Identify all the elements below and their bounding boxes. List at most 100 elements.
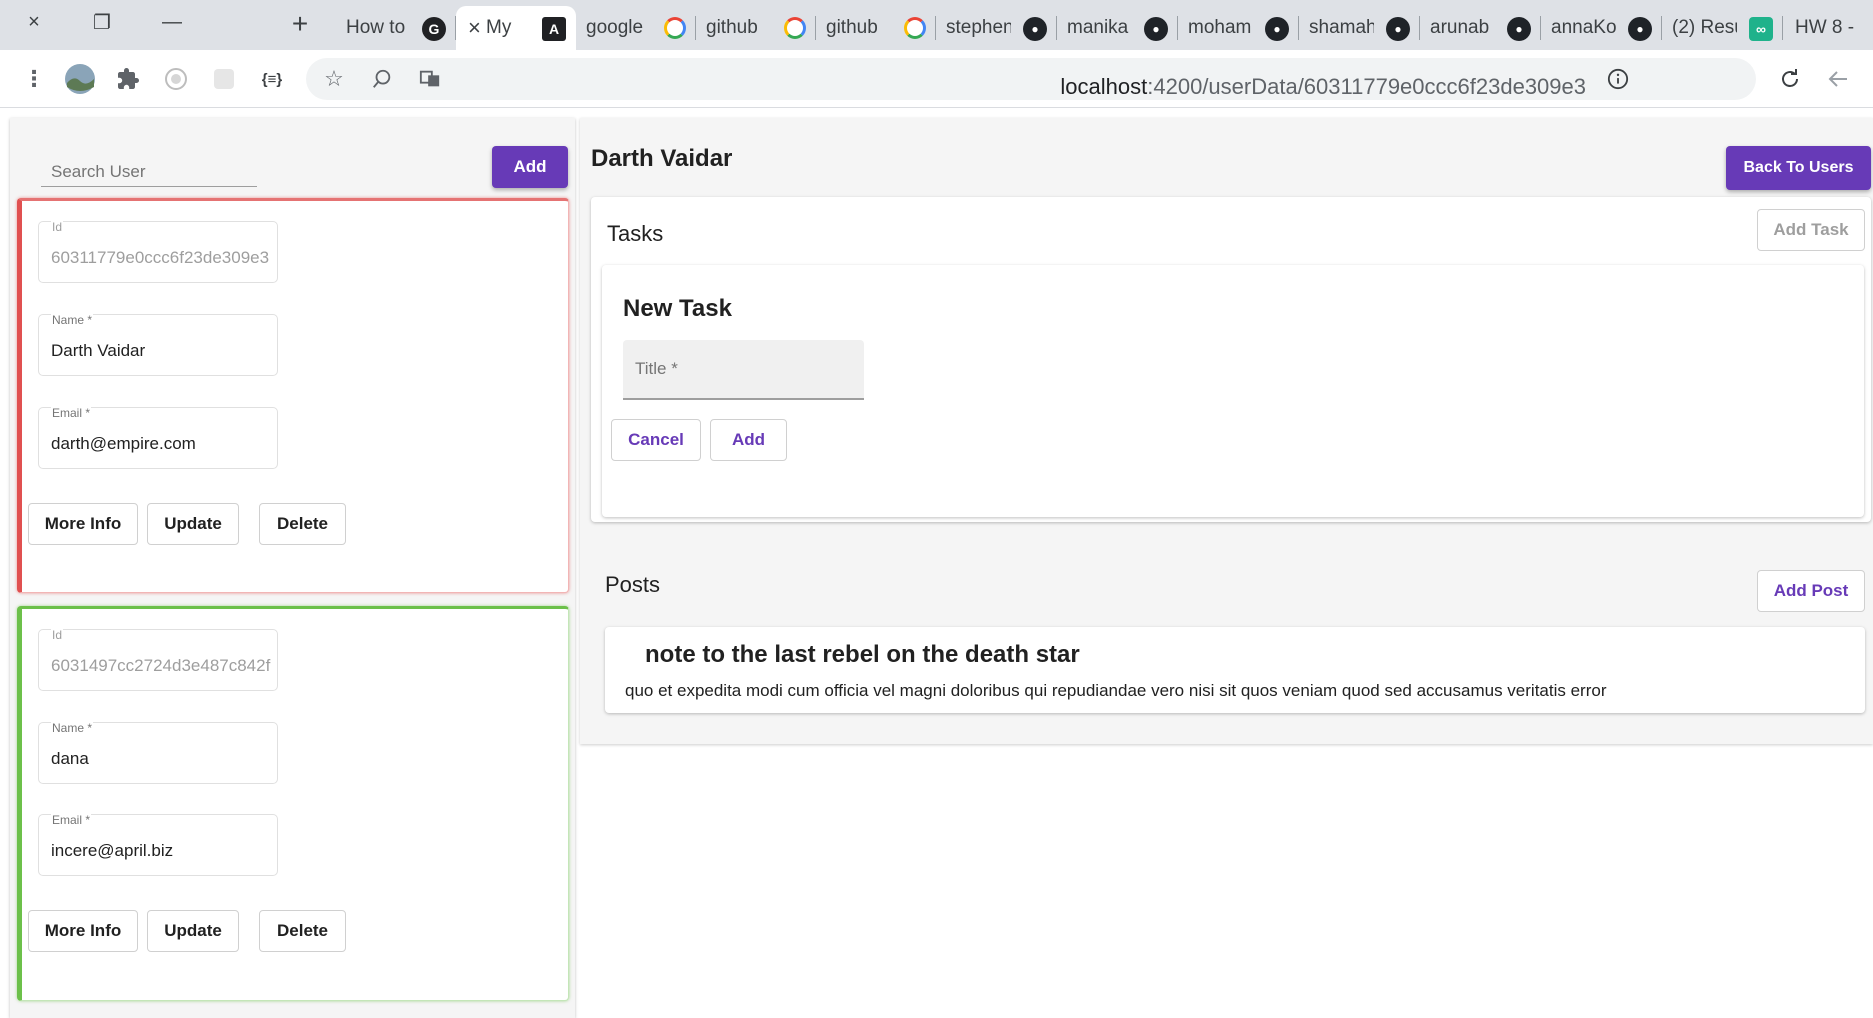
tab-title: google bbox=[586, 17, 644, 38]
url-host: localhost bbox=[1060, 74, 1148, 99]
tab-title: annaKo bbox=[1551, 17, 1616, 38]
json-viewer-icon[interactable]: {≡} bbox=[254, 61, 290, 97]
back-to-users-button[interactable]: Back To Users bbox=[1726, 146, 1871, 190]
add-post-button[interactable]: Add Post bbox=[1757, 570, 1865, 612]
id-label: Id bbox=[51, 220, 64, 234]
add-user-button[interactable]: Add bbox=[492, 146, 568, 188]
email-value[interactable]: darth@empire.com bbox=[51, 434, 271, 454]
tab-title: shamah bbox=[1309, 17, 1374, 38]
more-info-button[interactable]: More Info bbox=[28, 910, 138, 952]
email-label: Email * bbox=[51, 813, 92, 827]
restore-window-icon[interactable]: ❐ bbox=[72, 0, 132, 44]
google-icon bbox=[904, 17, 926, 39]
tab-title: github bbox=[706, 17, 758, 38]
users-panel: Add Id 60311779e0ccc6f23de309e3 Name * D… bbox=[10, 118, 575, 1018]
name-field[interactable]: Name * dana bbox=[38, 721, 278, 784]
id-field: Id 6031497cc2724d3e487c842f bbox=[38, 628, 278, 691]
id-value: 60311779e0ccc6f23de309e3 bbox=[51, 248, 270, 267]
user-card: Id 6031497cc2724d3e487c842f Name * dana … bbox=[17, 606, 569, 1001]
google-icon bbox=[784, 17, 806, 39]
angular-icon: A bbox=[542, 17, 566, 41]
github-icon: ● bbox=[1023, 17, 1047, 41]
search-user-field[interactable] bbox=[41, 143, 257, 187]
bookmark-star-icon[interactable]: ☆ bbox=[316, 61, 352, 97]
github-icon: ● bbox=[1386, 17, 1410, 41]
id-value: 6031497cc2724d3e487c842f bbox=[51, 656, 271, 675]
translate-icon[interactable] bbox=[412, 61, 448, 97]
tab-github-search-2[interactable]: github bbox=[816, 6, 936, 50]
search-user-input[interactable] bbox=[41, 143, 257, 186]
close-tab-icon[interactable]: × bbox=[456, 15, 486, 41]
tab-stephen[interactable]: stephen ● bbox=[936, 6, 1057, 50]
extension-circle-icon[interactable] bbox=[158, 61, 194, 97]
user-name-heading: Darth Vaidar bbox=[591, 145, 733, 172]
name-value[interactable]: Darth Vaidar bbox=[51, 341, 271, 361]
post-item: note to the last rebel on the death star… bbox=[605, 627, 1865, 713]
site-info-icon[interactable] bbox=[1600, 61, 1636, 97]
posts-title: Posts bbox=[605, 572, 661, 597]
close-window-icon[interactable]: × bbox=[4, 0, 64, 44]
profile-avatar[interactable] bbox=[62, 61, 98, 97]
tab-annako[interactable]: annaKo ● bbox=[1541, 6, 1662, 50]
tab-how-to[interactable]: How to G bbox=[336, 6, 456, 50]
tab-title: arunab bbox=[1430, 17, 1490, 38]
tab-title: How to bbox=[346, 17, 406, 38]
email-field[interactable]: Email * darth@empire.com bbox=[38, 406, 278, 469]
omnibox[interactable]: ☆ localhost:4200/userData/60311779e0ccc6… bbox=[306, 58, 1756, 100]
browser-tab-bar: × ❐ — + How to G × My A google github gi… bbox=[0, 0, 1873, 50]
add-task-submit-button[interactable]: Add bbox=[710, 419, 787, 461]
tab-title: stephen bbox=[946, 17, 1011, 38]
email-field[interactable]: Email * incere@april.biz bbox=[38, 813, 278, 876]
extension-square-icon[interactable] bbox=[206, 61, 242, 97]
user-card: Id 60311779e0ccc6f23de309e3 Name * Darth… bbox=[17, 198, 569, 593]
tab-title: My bbox=[486, 17, 512, 38]
tab-shamah[interactable]: shamah ● bbox=[1299, 6, 1420, 50]
github-icon: ● bbox=[1144, 17, 1168, 41]
app-root: Add Id 60311779e0ccc6f23de309e3 Name * D… bbox=[0, 108, 1873, 1018]
tab-google[interactable]: google bbox=[576, 6, 696, 50]
tab-title: (2) Resu bbox=[1672, 17, 1737, 38]
menu-kebab-icon[interactable]: ⋮ bbox=[16, 61, 52, 97]
email-value[interactable]: incere@april.biz bbox=[51, 841, 271, 861]
delete-button[interactable]: Delete bbox=[259, 503, 346, 545]
new-tab-icon[interactable]: + bbox=[282, 6, 318, 42]
cancel-task-button[interactable]: Cancel bbox=[611, 419, 701, 461]
tab-hw8[interactable]: HW 8 - bbox=[1783, 6, 1873, 50]
email-label: Email * bbox=[51, 406, 92, 420]
post-body: quo et expedita modi cum officia vel mag… bbox=[625, 681, 1607, 700]
tab-github-search-1[interactable]: github bbox=[696, 6, 816, 50]
tab-resume[interactable]: (2) Resu ∞ bbox=[1662, 6, 1783, 50]
update-button[interactable]: Update bbox=[147, 503, 239, 545]
task-title-field[interactable] bbox=[623, 340, 864, 400]
id-label: Id bbox=[51, 628, 64, 642]
reload-icon[interactable] bbox=[1772, 61, 1808, 97]
posts-section: Posts Add Post note to the last rebel on… bbox=[591, 540, 1871, 723]
more-info-button[interactable]: More Info bbox=[28, 503, 138, 545]
delete-button[interactable]: Delete bbox=[259, 910, 346, 952]
zoom-icon[interactable] bbox=[364, 61, 400, 97]
extensions-puzzle-icon[interactable] bbox=[110, 61, 146, 97]
post-title: note to the last rebel on the death star bbox=[645, 641, 1080, 668]
tab-my-app[interactable]: × My A bbox=[456, 6, 576, 50]
minimize-window-icon[interactable]: — bbox=[142, 0, 202, 44]
new-task-form: New Task Cancel Add bbox=[602, 265, 1864, 517]
google-icon bbox=[664, 17, 686, 39]
tab-manika[interactable]: manika ● bbox=[1057, 6, 1178, 50]
tab-title: github bbox=[826, 17, 878, 38]
address-url[interactable]: localhost:4200/userData/60311779e0ccc6f2… bbox=[1060, 74, 1586, 100]
task-title-input[interactable] bbox=[623, 340, 864, 398]
name-field[interactable]: Name * Darth Vaidar bbox=[38, 313, 278, 376]
tab-arunab[interactable]: arunab ● bbox=[1420, 6, 1541, 50]
add-task-button[interactable]: Add Task bbox=[1757, 209, 1865, 251]
tab-moham[interactable]: moham ● bbox=[1178, 6, 1299, 50]
update-button[interactable]: Update bbox=[147, 910, 239, 952]
github-icon: ● bbox=[1628, 17, 1652, 41]
infinity-app-icon: ∞ bbox=[1749, 17, 1773, 41]
back-arrow-icon[interactable] bbox=[1820, 61, 1856, 97]
name-value[interactable]: dana bbox=[51, 749, 271, 769]
url-path: :4200/userData/60311779e0ccc6f23de309e3 bbox=[1147, 74, 1586, 99]
tasks-title: Tasks bbox=[607, 221, 664, 246]
name-label: Name * bbox=[51, 313, 94, 327]
browser-toolbar: ⋮ {≡} ☆ localhost:4200/userData/60311779… bbox=[0, 50, 1873, 108]
github-icon: ● bbox=[1265, 17, 1289, 41]
